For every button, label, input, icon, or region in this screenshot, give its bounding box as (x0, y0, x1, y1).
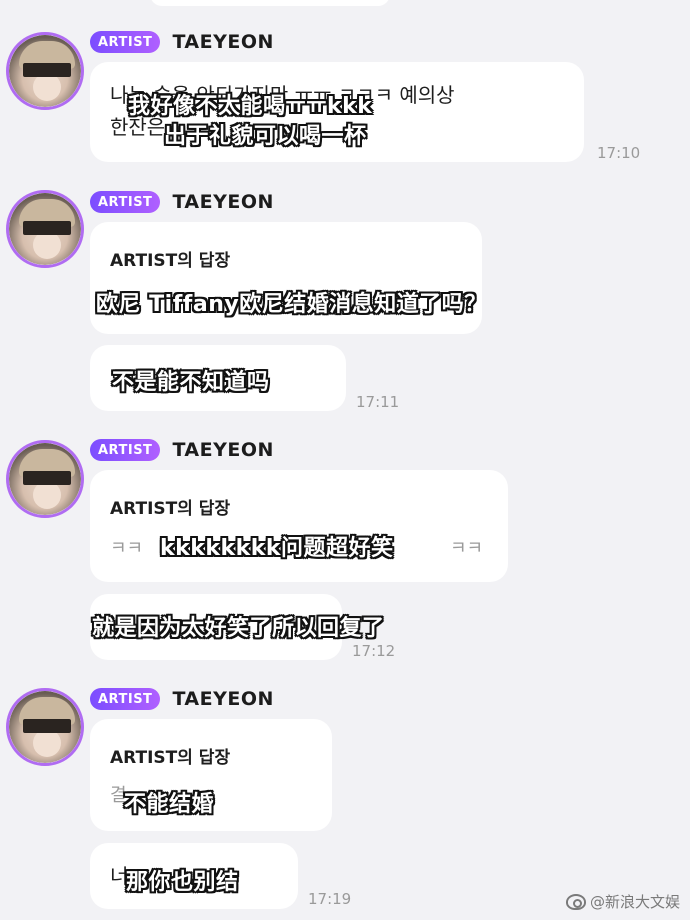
message-time: 17:12 (352, 642, 396, 660)
translation-subtitle: 不能结婚 (124, 792, 215, 817)
sender-name: TAEYEON (172, 688, 274, 710)
translation-subtitle: 不是能不知道吗 (112, 370, 270, 395)
artist-avatar[interactable] (6, 32, 84, 110)
artist-avatar[interactable] (6, 688, 84, 766)
reply-quote-heading: ARTIST의 답장 (110, 251, 231, 271)
sender-name: TAEYEON (172, 439, 274, 461)
reply-quote-text: ㅋㅋ (110, 538, 144, 559)
message-header: ARTIST TAEYEON (90, 438, 274, 462)
translation-subtitle: 出于礼貌可以喝一杯 (164, 124, 367, 149)
weibo-icon (565, 893, 586, 910)
previous-bubble-edge (150, 0, 390, 6)
reply-quote-text-end: ㅋㅋ (450, 538, 484, 559)
translation-subtitle: kkkkkkkk问题超好笑 (160, 536, 394, 561)
artist-badge: ARTIST (90, 191, 161, 213)
message-header: ARTIST TAEYEON (90, 687, 274, 711)
translation-subtitle: 那你也别结 (126, 870, 239, 895)
watermark: @新浪大文娱 (565, 891, 680, 912)
reply-quote-heading: ARTIST의 답장 (110, 499, 231, 519)
sender-name: TAEYEON (172, 191, 274, 213)
reply-quote-bubble[interactable]: ARTIST의 답장 ㅋㅋ ㅋㅋ (90, 470, 508, 582)
artist-avatar[interactable] (6, 190, 84, 268)
artist-badge: ARTIST (90, 688, 161, 710)
reply-quote-heading: ARTIST의 답장 (110, 748, 231, 768)
artist-badge: ARTIST (90, 31, 161, 53)
message-header: ARTIST TAEYEON (90, 30, 274, 54)
translation-subtitle: 欧尼 Tiffany欧尼结婚消息知道了吗？ (96, 292, 487, 317)
message-header: ARTIST TAEYEON (90, 190, 274, 214)
artist-avatar[interactable] (6, 440, 84, 518)
translation-subtitle: 就是因为太好笑了所以回复了 (92, 616, 385, 641)
message-time: 17:19 (308, 890, 352, 908)
artist-badge: ARTIST (90, 439, 161, 461)
message-time: 17:10 (597, 144, 641, 162)
translation-subtitle: 我好像不太能喝ㅠㅠkkk (128, 94, 373, 119)
watermark-text: @新浪大文娱 (589, 893, 680, 911)
message-time: 17:11 (356, 393, 400, 411)
sender-name: TAEYEON (172, 31, 274, 53)
